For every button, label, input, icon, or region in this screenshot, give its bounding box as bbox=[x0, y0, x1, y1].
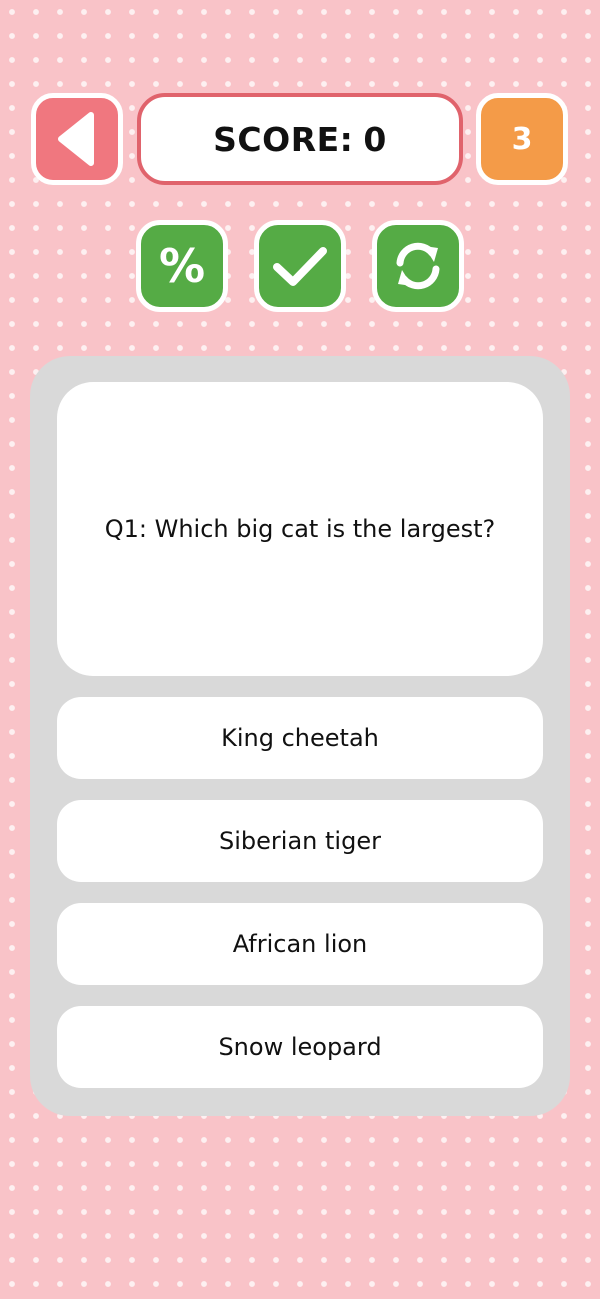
answer-label: Siberian tiger bbox=[219, 827, 381, 855]
lives-count: 3 bbox=[511, 121, 533, 157]
refresh-question-button[interactable] bbox=[372, 220, 464, 312]
answer-label: Snow leopard bbox=[218, 1033, 382, 1061]
back-button[interactable] bbox=[31, 93, 123, 185]
score-display: SCORE: 0 bbox=[137, 93, 463, 185]
question-text: Q1: Which big cat is the largest? bbox=[104, 515, 496, 543]
score-value: 0 bbox=[363, 119, 387, 159]
answer-option-3[interactable]: African lion bbox=[57, 903, 543, 985]
fifty-fifty-button[interactable]: % bbox=[136, 220, 228, 312]
back-arrow-icon bbox=[58, 112, 94, 166]
check-answer-button[interactable] bbox=[254, 220, 346, 312]
answer-label: African lion bbox=[232, 930, 368, 958]
lives-badge: 3 bbox=[476, 93, 568, 185]
checkmark-icon bbox=[273, 247, 327, 286]
refresh-icon bbox=[396, 242, 440, 290]
answer-label: King cheetah bbox=[221, 724, 379, 752]
answer-option-2[interactable]: Siberian tiger bbox=[57, 800, 543, 882]
quiz-panel: Q1: Which big cat is the largest? King c… bbox=[30, 356, 570, 1116]
answer-option-1[interactable]: King cheetah bbox=[57, 697, 543, 779]
question-card: Q1: Which big cat is the largest? bbox=[57, 382, 543, 676]
percent-icon: % bbox=[158, 239, 206, 293]
score-label: SCORE: bbox=[213, 119, 354, 159]
answer-option-4[interactable]: Snow leopard bbox=[57, 1006, 543, 1088]
